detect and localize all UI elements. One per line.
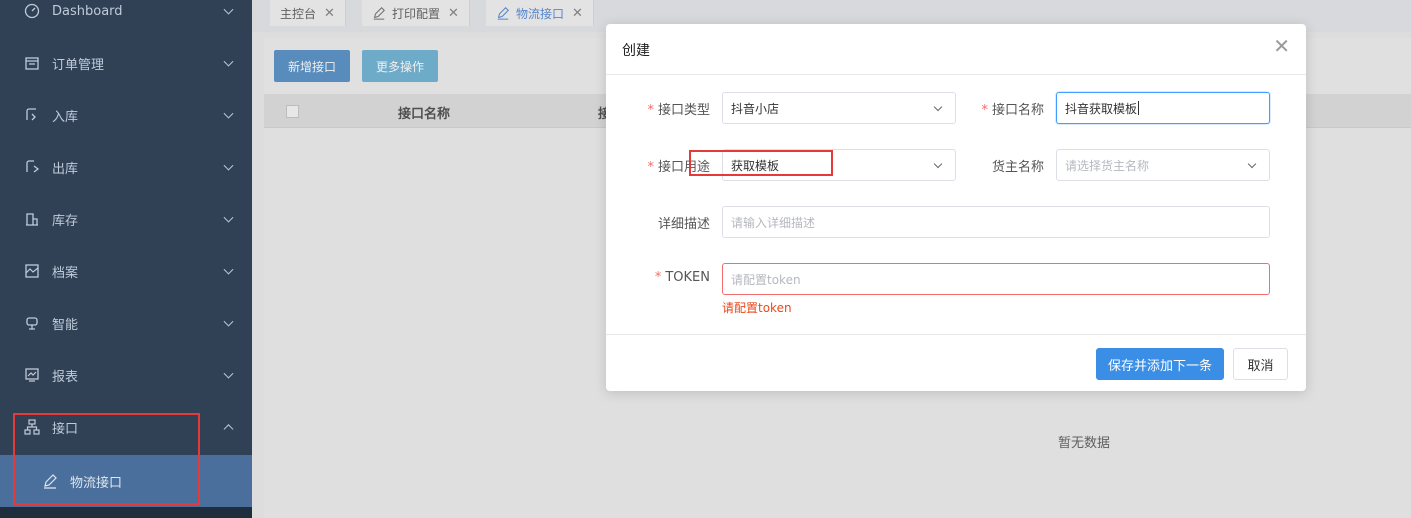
sidebar-item-archive[interactable]: 档案 [0, 245, 252, 297]
input-placeholder: 请输入详细描述 [731, 215, 816, 230]
sidebar-item-label: 订单管理 [52, 57, 105, 73]
outbound-icon [24, 159, 42, 175]
sidebar-item-label: 档案 [52, 265, 79, 281]
input-placeholder: 请配置token [731, 272, 801, 287]
sidebar-item-label: 报表 [52, 369, 79, 385]
sidebar-item-smart[interactable]: 智能 [0, 297, 252, 349]
chevron-down-icon [223, 4, 234, 15]
dialog-title: 创建 [622, 43, 650, 59]
chevron-down-icon [223, 160, 234, 171]
interface-type-select[interactable]: 抖音小店 [722, 92, 956, 124]
sidebar-item-inbound[interactable]: 入库 [0, 89, 252, 141]
sidebar-item-label: Dashboard [52, 3, 123, 19]
highlight-box-sidebar [13, 413, 200, 505]
dialog-divider [606, 74, 1306, 75]
sidebar-item-report[interactable]: 报表 [0, 349, 252, 401]
smart-icon [24, 315, 42, 331]
sidebar-item-label: 入库 [52, 109, 79, 125]
sidebar-item-label: 出库 [52, 161, 79, 177]
input-value: 抖音获取模板 [1065, 101, 1138, 116]
dialog-divider [606, 334, 1306, 335]
interface-name-input[interactable]: 抖音获取模板 [1056, 92, 1270, 124]
sidebar-footer [0, 507, 252, 518]
inbound-icon [24, 107, 42, 123]
chevron-down-icon [223, 264, 234, 275]
label-interface-type: * 接口类型 [647, 103, 710, 118]
close-icon[interactable]: ✕ [1273, 36, 1290, 56]
label-token: * TOKEN [654, 270, 710, 285]
dashboard-icon [24, 3, 42, 19]
select-value: 抖音小店 [731, 101, 780, 116]
select-placeholder: 请选择货主名称 [1065, 158, 1150, 173]
sidebar-item-orders[interactable]: 订单管理 [0, 37, 252, 89]
chevron-down-icon [223, 316, 234, 327]
chevron-down-icon [933, 102, 943, 112]
owner-name-select[interactable]: 请选择货主名称 [1056, 149, 1270, 181]
sidebar-item-inventory[interactable]: 库存 [0, 193, 252, 245]
report-icon [24, 367, 42, 383]
text-caret [1138, 101, 1140, 115]
highlight-box-purpose [689, 150, 833, 176]
token-error-message: 请配置token [722, 301, 792, 315]
label-description: 详细描述 [657, 217, 710, 232]
cancel-button[interactable]: 取消 [1233, 348, 1288, 380]
save-and-add-next-button[interactable]: 保存并添加下一条 [1096, 348, 1224, 380]
archive-icon [24, 263, 42, 279]
chevron-up-icon [223, 424, 234, 435]
sidebar-item-outbound[interactable]: 出库 [0, 141, 252, 193]
label-interface-name: * 接口名称 [981, 103, 1044, 118]
chevron-down-icon [1247, 159, 1257, 169]
chevron-down-icon [223, 108, 234, 119]
chevron-down-icon [223, 56, 234, 67]
label-owner-name: 货主名称 [991, 160, 1044, 175]
chevron-down-icon [223, 368, 234, 379]
sidebar-item-label: 库存 [52, 213, 79, 229]
sidebar-item-dashboard[interactable]: Dashboard [0, 0, 252, 37]
chevron-down-icon [223, 212, 234, 223]
token-input[interactable]: 请配置token [722, 263, 1270, 295]
inventory-icon [24, 211, 42, 227]
sidebar-item-label: 智能 [52, 317, 79, 333]
chevron-down-icon [933, 159, 943, 169]
order-icon [24, 55, 42, 71]
description-input[interactable]: 请输入详细描述 [722, 206, 1270, 238]
